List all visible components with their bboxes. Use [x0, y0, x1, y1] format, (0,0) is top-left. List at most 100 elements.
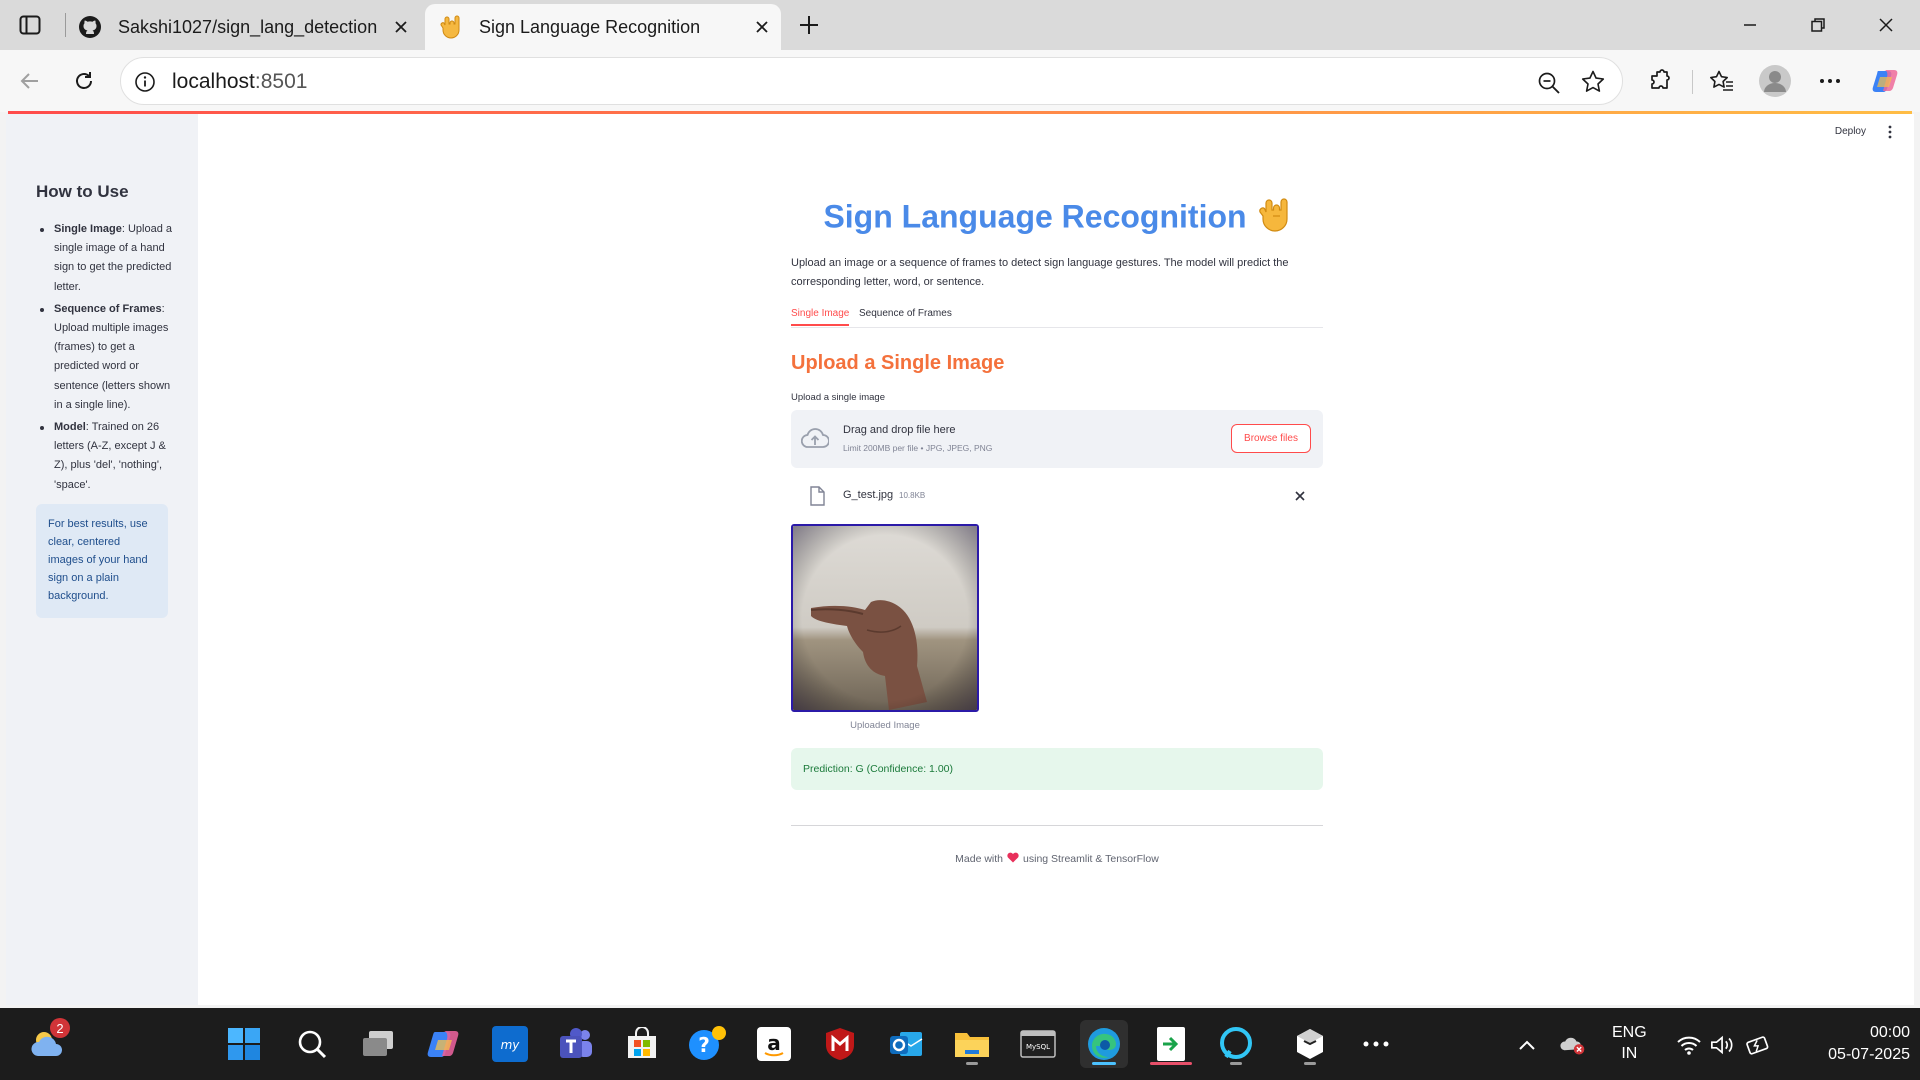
- weather-widget[interactable]: 2: [24, 1018, 72, 1068]
- list-item-label: Single Image: [54, 223, 122, 235]
- task-view-icon[interactable]: [354, 1020, 402, 1068]
- browse-files-button[interactable]: Browse files: [1231, 424, 1311, 453]
- running-indicator: [1092, 1062, 1116, 1065]
- deploy-button[interactable]: Deploy: [1835, 126, 1866, 137]
- onedrive-error-icon[interactable]: [1560, 1032, 1586, 1058]
- upload-label: Upload a single image: [791, 392, 886, 403]
- region-code: IN: [1621, 1045, 1638, 1062]
- back-arrow-icon[interactable]: [12, 63, 48, 99]
- sidebar: How to Use Single Image: Upload a single…: [6, 114, 198, 1005]
- list-item-label: Model: [54, 421, 86, 434]
- edge-browser-icon[interactable]: [1080, 1020, 1128, 1068]
- remove-file-icon[interactable]: [1293, 489, 1307, 503]
- list-item: Sequence of Frames: Upload multiple imag…: [36, 300, 176, 415]
- site-info-icon[interactable]: [131, 68, 159, 96]
- sidebar-instructions: Single Image: Upload a single image of a…: [36, 220, 176, 498]
- myhp-icon[interactable]: my: [486, 1020, 534, 1068]
- list-item-label: Sequence of Frames: [54, 302, 162, 315]
- tab-actions-icon[interactable]: [12, 10, 48, 40]
- file-dropzone[interactable]: Drag and drop file here Limit 200MB per …: [791, 410, 1323, 468]
- svg-text:MySQL: MySQL: [1026, 1043, 1050, 1051]
- dropzone-limit-text: Limit 200MB per file • JPG, JPEG, PNG: [843, 443, 993, 453]
- copilot-app-icon[interactable]: [420, 1020, 468, 1068]
- file-explorer-icon[interactable]: [948, 1020, 996, 1068]
- tab-sign-language[interactable]: Sign Language Recognition: [425, 4, 781, 50]
- more-apps-icon[interactable]: [1352, 1020, 1400, 1068]
- start-windows-icon[interactable]: [220, 1020, 268, 1068]
- address-bar[interactable]: localhost:8501: [120, 57, 1623, 105]
- close-icon[interactable]: [390, 16, 412, 38]
- close-icon[interactable]: [751, 16, 773, 38]
- file-name: G_test.jpg: [843, 489, 894, 501]
- main-menu-icon[interactable]: [1884, 124, 1896, 140]
- outlook-icon[interactable]: [882, 1020, 930, 1068]
- box-app-icon[interactable]: [1286, 1020, 1334, 1068]
- teams-icon[interactable]: [552, 1020, 600, 1068]
- footer-text-pre: Made with: [955, 852, 1004, 865]
- list-item: Single Image: Upload a single image of a…: [36, 220, 176, 297]
- clock-date: 05-07-2025: [1828, 1046, 1910, 1063]
- system-clock[interactable]: 00:00 05-07-2025: [1790, 1022, 1910, 1066]
- running-indicator: [1150, 1062, 1192, 1065]
- alexa-icon[interactable]: [1212, 1020, 1260, 1068]
- restore-icon[interactable]: [1784, 0, 1852, 50]
- svg-text:my: my: [501, 1038, 521, 1052]
- mcafee-icon[interactable]: [816, 1020, 864, 1068]
- amazon-icon[interactable]: a: [750, 1020, 798, 1068]
- new-tab-icon[interactable]: [793, 9, 825, 41]
- url-port: :8501: [254, 70, 308, 93]
- microsoft-store-icon[interactable]: [618, 1020, 666, 1068]
- image-caption: Uploaded Image: [850, 720, 920, 731]
- tab-title: Sign Language Recognition: [479, 16, 701, 37]
- streamlit-app: How to Use Single Image: Upload a single…: [6, 114, 1914, 1005]
- language-code: ENG: [1612, 1024, 1647, 1041]
- heart-icon: [1007, 852, 1019, 866]
- uploaded-file-row: G_test.jpg 10.8KB: [791, 480, 1323, 510]
- help-icon[interactable]: ?: [684, 1020, 732, 1068]
- browser-toolbar: localhost:8501: [0, 50, 1920, 112]
- chevron-up-icon[interactable]: [1514, 1032, 1540, 1058]
- extensions-puzzle-icon[interactable]: [1642, 63, 1678, 99]
- refresh-icon[interactable]: [66, 63, 102, 99]
- favorite-star-icon[interactable]: [1580, 69, 1608, 97]
- tab-bar: Single Image Sequence of Frames: [791, 302, 1323, 328]
- tab-github[interactable]: Sakshi1027/sign_lang_detection: [72, 4, 420, 50]
- running-indicator: [1304, 1062, 1316, 1065]
- copilot-icon[interactable]: [1868, 63, 1904, 99]
- list-item-text: : Upload multiple images (frames) to get…: [54, 302, 171, 411]
- uploaded-image-preview: [791, 524, 979, 712]
- more-options-icon[interactable]: [1812, 63, 1848, 99]
- footer-divider: [791, 825, 1323, 826]
- tab-title: Sakshi1027/sign_lang_detection: [118, 16, 378, 37]
- page-title-text: Sign Language Recognition: [823, 198, 1247, 235]
- svg-text:?: ?: [698, 1033, 710, 1057]
- close-window-icon[interactable]: [1852, 0, 1920, 50]
- wifi-icon[interactable]: [1676, 1032, 1702, 1058]
- file-icon: [809, 486, 825, 506]
- volume-icon[interactable]: [1710, 1032, 1736, 1058]
- windows-taskbar: 2 my ? a MySQL ENG IN 00:00 05-07-2025: [0, 1008, 1920, 1080]
- tab-sequence-of-frames[interactable]: Sequence of Frames: [859, 308, 952, 319]
- weather-badge: 2: [50, 1018, 70, 1038]
- list-item: Model: Trained on 26 letters (A-Z, excep…: [36, 418, 176, 495]
- browser-tab-strip: Sakshi1027/sign_lang_detection Sign Lang…: [0, 0, 1920, 50]
- zoom-out-icon[interactable]: [1536, 70, 1562, 96]
- url-text: localhost:8501: [172, 70, 307, 94]
- search-icon[interactable]: [288, 1020, 336, 1068]
- mysql-terminal-icon[interactable]: MySQL: [1014, 1020, 1062, 1068]
- love-you-hand-icon: [1258, 198, 1291, 240]
- favorites-icon[interactable]: [1704, 63, 1740, 99]
- sidebar-title: How to Use: [36, 182, 129, 201]
- page-title: Sign Language Recognition: [791, 198, 1323, 240]
- profile-avatar-icon[interactable]: [1757, 63, 1793, 99]
- battery-charging-icon[interactable]: [1746, 1032, 1772, 1058]
- file-size: 10.8KB: [899, 491, 926, 500]
- minimize-icon[interactable]: [1716, 0, 1784, 50]
- dropzone-text: Drag and drop file here: [843, 424, 956, 436]
- toolbar-separator: [1692, 70, 1693, 94]
- clock-time: 00:00: [1869, 1024, 1910, 1041]
- file-transfer-app-icon[interactable]: [1144, 1020, 1198, 1068]
- language-indicator[interactable]: ENG IN: [1612, 1022, 1647, 1064]
- section-title: Upload a Single Image: [791, 352, 1005, 374]
- tab-single-image[interactable]: Single Image: [791, 308, 850, 326]
